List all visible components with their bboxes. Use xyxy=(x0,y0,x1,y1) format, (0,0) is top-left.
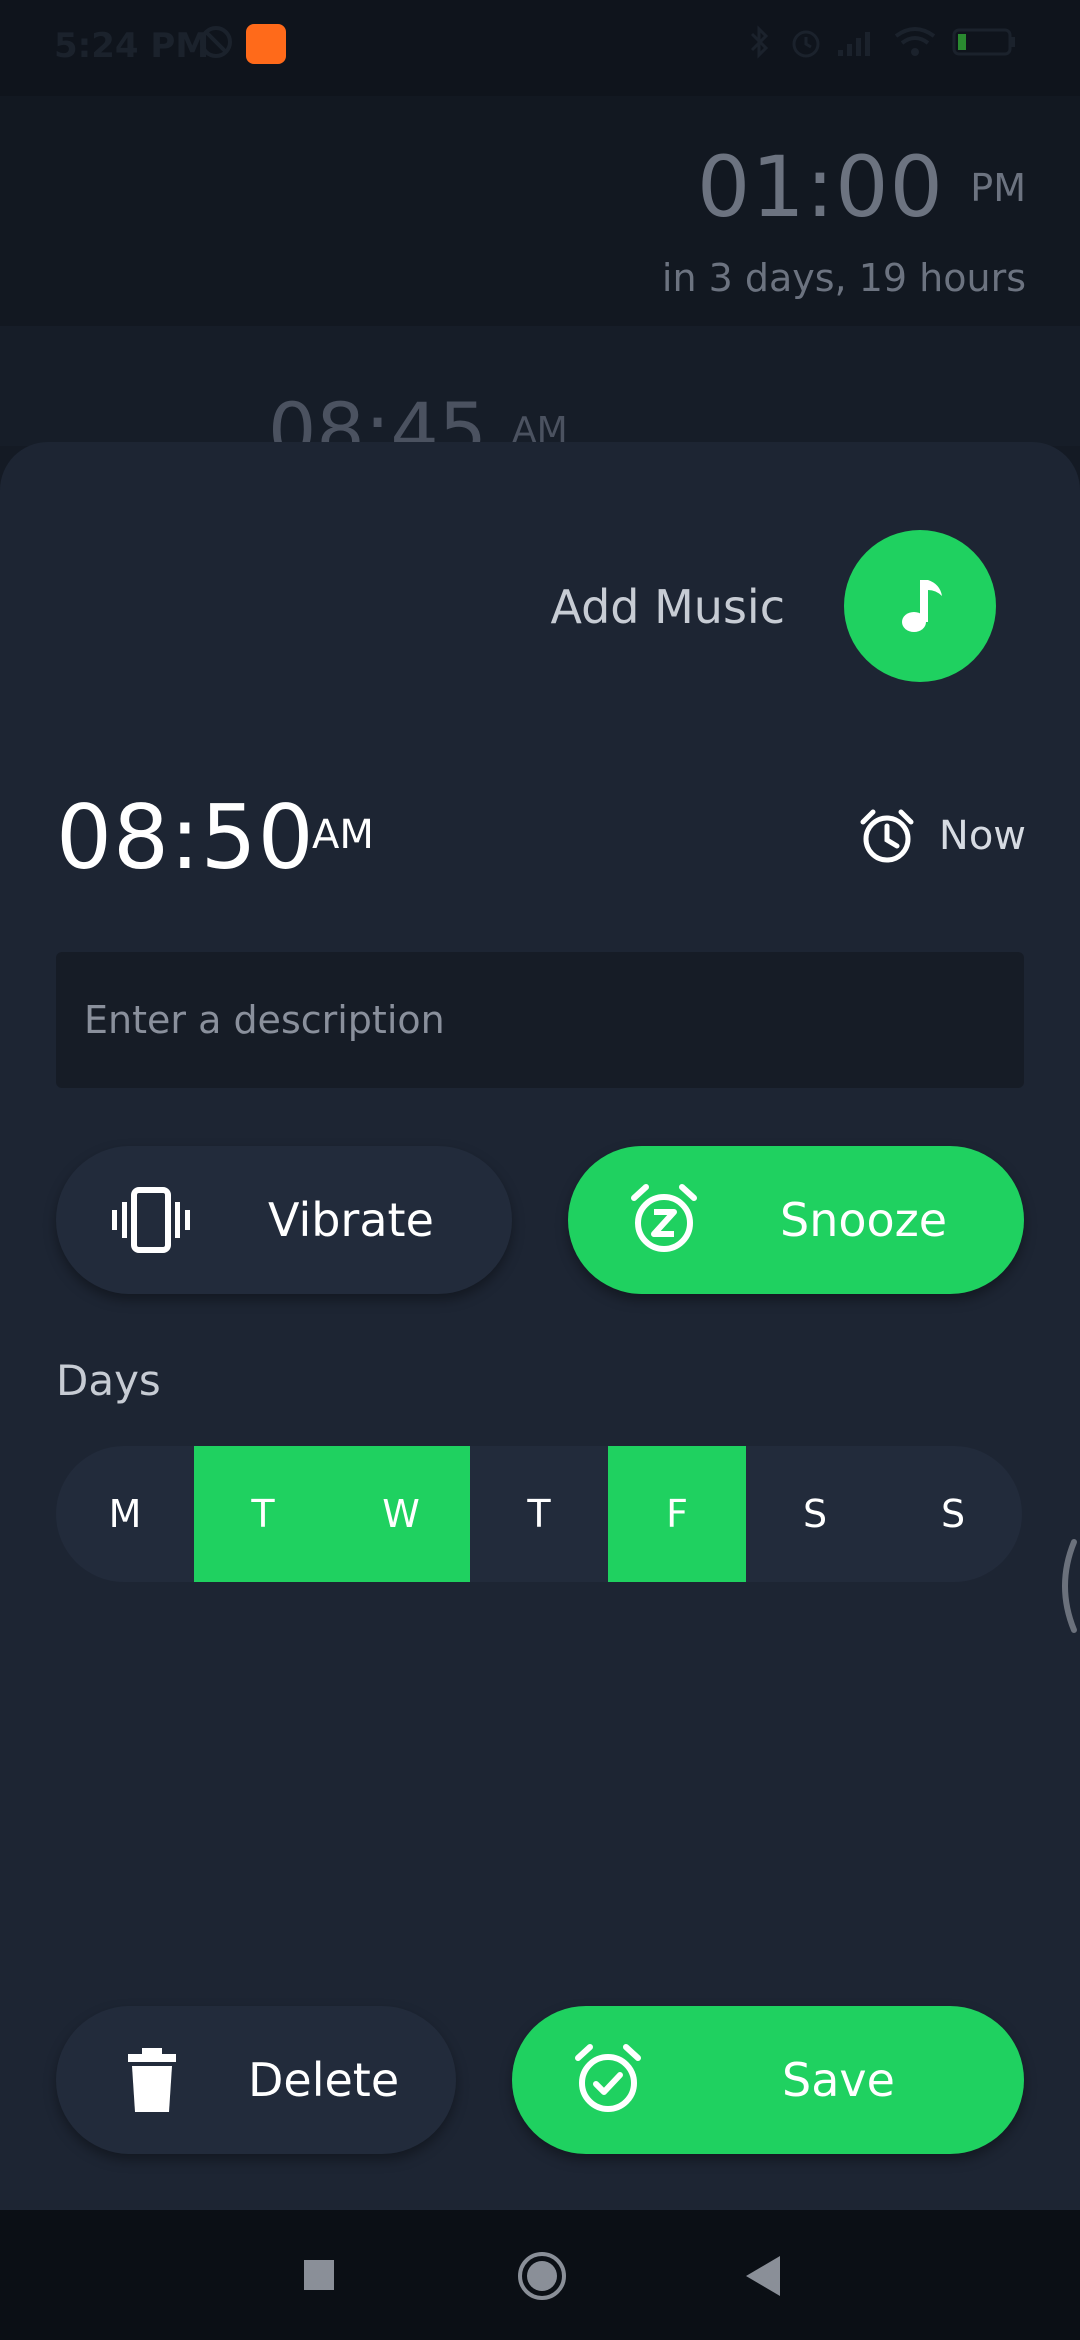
day-monday[interactable]: M xyxy=(56,1446,194,1582)
snooze-icon xyxy=(631,1184,697,1252)
days-selector: M T W T F S S xyxy=(56,1446,1022,1582)
status-bar: 5:24 PM xyxy=(0,0,1080,96)
alarm-ampm[interactable]: AM xyxy=(312,812,374,858)
day-friday[interactable]: F xyxy=(608,1446,746,1582)
add-music-button[interactable] xyxy=(844,530,996,682)
alarm-time[interactable]: 08:50 xyxy=(56,786,315,889)
status-time: 5:24 PM xyxy=(54,26,210,66)
description-input[interactable] xyxy=(56,952,1024,1088)
trash-icon xyxy=(128,2048,176,2112)
snooze-label: Snooze xyxy=(780,1193,948,1247)
signal-icon xyxy=(838,32,870,56)
edge-gesture-handle[interactable] xyxy=(1052,1538,1080,1634)
dnd-icon xyxy=(200,26,232,58)
delete-button[interactable]: Delete xyxy=(56,2006,456,2154)
next-alarm-eta: in 3 days, 19 hours xyxy=(661,256,1026,300)
battery-icon xyxy=(952,28,1015,56)
nav-back-icon[interactable] xyxy=(744,2254,782,2298)
vibrate-label: Vibrate xyxy=(268,1193,434,1247)
next-alarm-time: 01:00 xyxy=(696,138,944,236)
day-sunday[interactable]: S xyxy=(884,1446,1022,1582)
now-button[interactable]: Now xyxy=(857,806,1026,866)
alarm-clock-icon xyxy=(860,809,914,863)
day-saturday[interactable]: S xyxy=(746,1446,884,1582)
now-label: Now xyxy=(938,813,1026,859)
wifi-icon xyxy=(894,27,936,56)
save-button[interactable]: Save xyxy=(512,2006,1024,2154)
bluetooth-icon xyxy=(750,25,769,59)
alarm-check-icon xyxy=(575,2044,641,2112)
alarm-status-icon xyxy=(792,30,820,58)
app-notification-icon xyxy=(246,24,286,64)
delete-label: Delete xyxy=(248,2053,400,2107)
nav-recents-icon[interactable] xyxy=(302,2258,336,2292)
day-wednesday[interactable]: W xyxy=(332,1446,470,1582)
days-label: Days xyxy=(56,1356,161,1405)
day-thursday[interactable]: T xyxy=(470,1446,608,1582)
nav-home-icon[interactable] xyxy=(516,2250,568,2302)
vibrate-toggle[interactable]: Vibrate xyxy=(56,1146,512,1294)
vibrate-icon xyxy=(112,1187,190,1253)
add-music-label: Add Music xyxy=(550,580,785,634)
music-note-icon xyxy=(902,580,942,632)
save-label: Save xyxy=(782,2053,895,2107)
alarm-edit-sheet xyxy=(0,442,1080,2210)
next-alarm-ampm: PM xyxy=(970,166,1026,210)
navigation-bar xyxy=(0,2210,1080,2340)
day-tuesday[interactable]: T xyxy=(194,1446,332,1582)
snooze-toggle[interactable]: Snooze xyxy=(568,1146,1024,1294)
